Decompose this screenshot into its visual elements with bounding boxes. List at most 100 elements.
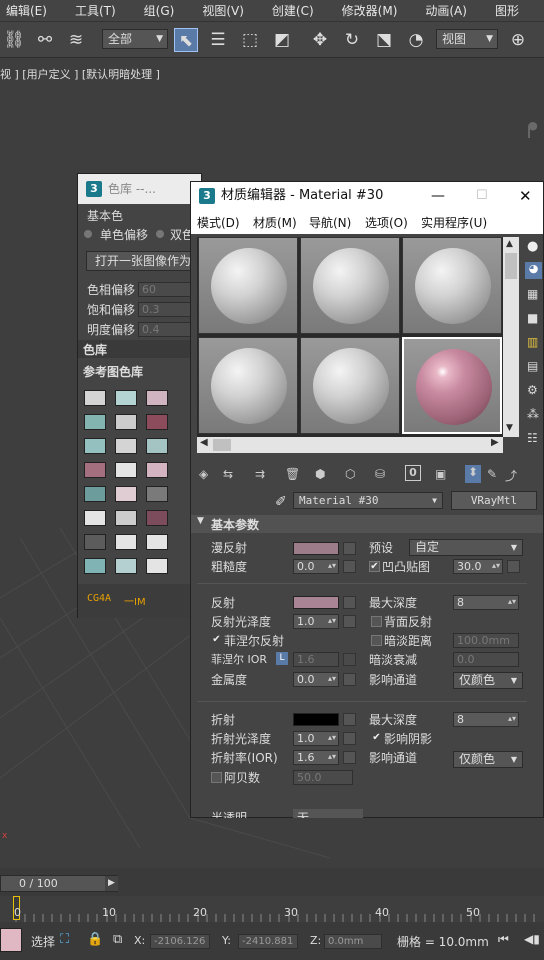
options-icon[interactable]: ⚙ (527, 383, 538, 397)
unlink-icon[interactable]: ⚯ (33, 28, 57, 52)
color-swatch[interactable] (146, 414, 168, 430)
spinner-icon[interactable]: ▴▾ (492, 559, 500, 572)
menu-edit[interactable]: 编辑(E) (6, 2, 47, 19)
color-swatch[interactable] (115, 510, 137, 526)
diffuse-color-swatch[interactable] (293, 542, 339, 555)
reflect-map-button[interactable] (343, 596, 356, 609)
refr-gloss-field[interactable]: 1.0 ▴▾ (293, 731, 339, 746)
scroll-right-icon[interactable]: ▶ (491, 437, 499, 448)
preset-dropdown[interactable]: 自定 ▼ (409, 539, 523, 556)
put-to-scene-icon[interactable]: ⇆ (223, 467, 233, 481)
spinner-icon[interactable]: ▴▾ (508, 595, 516, 608)
spinner-icon[interactable]: ▴▾ (328, 750, 336, 763)
refr-affect-dropdown[interactable]: 仅颜色 ▼ (453, 751, 523, 768)
menu-create[interactable]: 创建(C) (272, 2, 314, 19)
slots-vscrollbar[interactable]: ▲ ▼ (503, 237, 519, 437)
scroll-down-icon[interactable]: ▼ (506, 423, 513, 433)
viewport-label[interactable]: 视 ] [用户定义 ] [默认明暗处理 ] (0, 66, 160, 82)
color-swatch[interactable] (146, 462, 168, 478)
translucent-dropdown[interactable]: 无 (293, 809, 363, 818)
make-unique-icon[interactable]: ⬢ (315, 467, 325, 481)
diffuse-map-button[interactable] (343, 542, 356, 555)
pivot-icon[interactable]: ⊕ (506, 28, 530, 52)
color-swatch[interactable] (115, 414, 137, 430)
dim-dist-checkbox[interactable] (371, 635, 382, 646)
rotate-icon[interactable]: ↻ (340, 28, 364, 52)
link-icon[interactable]: ⛓ (2, 28, 26, 52)
color-swatch[interactable] (115, 486, 137, 502)
assign-to-selection-icon[interactable]: ⇉ (255, 467, 265, 481)
color-swatch[interactable] (146, 558, 168, 574)
spinner-icon[interactable]: ▴▾ (328, 614, 336, 627)
menu-group[interactable]: 组(G) (144, 2, 175, 19)
refract-color-swatch[interactable] (293, 713, 339, 726)
bump-checkbox[interactable]: ✔ (369, 561, 380, 572)
selection-lock-icon[interactable]: ⛶ (60, 932, 69, 947)
select-object-icon[interactable]: ⬉ (174, 28, 198, 52)
absolute-mode-icon[interactable]: ⧉ (113, 932, 122, 947)
dim-dist-field[interactable]: 100.0mm (453, 633, 519, 648)
go-to-start-icon[interactable]: ⏮ (498, 932, 509, 947)
spinner-icon[interactable]: ▴▾ (328, 731, 336, 744)
maximize-icon[interactable]: ☐ (476, 182, 488, 210)
color-swatch[interactable] (146, 486, 168, 502)
sample-slot[interactable] (402, 237, 502, 334)
background-icon[interactable]: ▦ (527, 287, 538, 301)
metal-map-button[interactable] (343, 673, 356, 686)
time-next-icon[interactable]: ▶ (105, 876, 118, 891)
material-name-field[interactable]: Material #30 ▼ (293, 492, 443, 509)
ior-field[interactable]: 1.6 ▴▾ (293, 750, 339, 765)
bump-field[interactable]: 30.0 ▴▾ (453, 559, 503, 574)
abbe-field[interactable]: 50.0 (293, 770, 353, 785)
bri-field[interactable]: 0.4 (138, 322, 198, 337)
pick-material-icon[interactable]: ✐ (275, 494, 287, 510)
color-swatch[interactable] (146, 510, 168, 526)
show-in-viewport-icon[interactable]: ▣ (435, 467, 446, 481)
scroll-left-icon[interactable]: ◀ (200, 437, 208, 448)
color-swatch[interactable] (115, 534, 137, 550)
move-icon[interactable]: ✥ (308, 28, 332, 52)
dim-falloff-field[interactable]: 0.0 (453, 652, 519, 667)
sample-slot[interactable] (300, 337, 400, 434)
scroll-thumb[interactable] (213, 439, 231, 451)
sample-slot[interactable] (198, 337, 298, 434)
maxscript-listener[interactable] (0, 928, 22, 952)
med-menu-material[interactable]: 材质(M) (253, 214, 297, 231)
lock-icon[interactable]: 🔒 (87, 932, 103, 947)
make-preview-icon[interactable]: ▤ (527, 359, 538, 373)
rect-selection-icon[interactable]: ⬚ (238, 28, 262, 52)
rollout-basic-header[interactable]: ▼ 基本参数 (191, 515, 543, 533)
menu-animation[interactable]: 动画(A) (425, 2, 467, 19)
x-coord-field[interactable]: -2106.126 (150, 934, 210, 949)
material-navigator-icon[interactable]: ☷ (527, 431, 538, 445)
fresnel-ior-map-button[interactable] (343, 653, 356, 666)
sample-slot[interactable] (198, 237, 298, 334)
sample-slot[interactable] (300, 237, 400, 334)
close-icon[interactable]: ✕ (519, 182, 532, 210)
abbe-checkbox[interactable] (211, 772, 222, 783)
prev-frame-icon[interactable]: ◀▮ (524, 932, 540, 946)
spinner-icon[interactable]: ▴▾ (328, 559, 336, 572)
roughness-field[interactable]: 0.0 ▴▾ (293, 559, 339, 574)
refl-gloss-field[interactable]: 1.0 ▴▾ (293, 614, 339, 629)
color-swatch[interactable] (84, 534, 106, 550)
sat-field[interactable]: 0.3 (138, 302, 198, 317)
put-to-library-icon[interactable]: ⬡ (345, 467, 355, 481)
med-menu-options[interactable]: 选项(O) (365, 214, 408, 231)
fresnel-checkbox[interactable]: ✔ (211, 635, 222, 646)
uv-tiling-icon[interactable]: ■ (527, 311, 538, 325)
track-bar[interactable]: 0 10 20 30 40 50 (0, 896, 544, 922)
color-swatch[interactable] (84, 510, 106, 526)
menu-graph[interactable]: 图形 (495, 2, 519, 19)
med-menu-utilities[interactable]: 实用程序(U) (421, 214, 487, 231)
backside-checkbox[interactable] (371, 616, 382, 627)
window-crossing-icon[interactable]: ◩ (270, 28, 294, 52)
color-swatch[interactable] (115, 558, 137, 574)
color-swatch[interactable] (84, 414, 106, 430)
material-type-button[interactable]: VRayMtl (451, 491, 537, 510)
sample-type-icon[interactable]: ● (527, 239, 538, 254)
color-swatch[interactable] (115, 462, 137, 478)
bump-map-button[interactable] (507, 560, 520, 573)
lock-ior-button[interactable]: L (276, 652, 288, 665)
y-coord-field[interactable]: -2410.881 (238, 934, 298, 949)
